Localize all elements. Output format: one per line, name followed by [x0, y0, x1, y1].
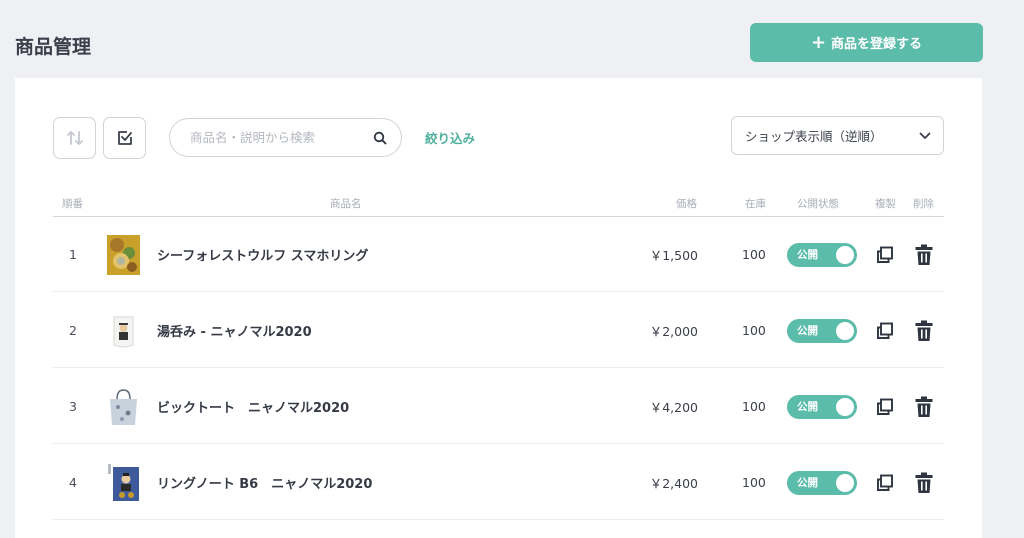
row-order: 2 [69, 322, 77, 338]
product-thumbnail[interactable] [107, 311, 140, 351]
page-title: 商品管理 [15, 36, 92, 58]
product-price: ￥1,500 [649, 247, 698, 263]
column-header-order: 順番 [62, 198, 83, 210]
publish-status-label: 公開 [797, 401, 818, 413]
toggle-knob [836, 246, 854, 264]
publish-toggle[interactable]: 公開 [787, 395, 857, 419]
checkbox-icon [117, 131, 132, 145]
publish-status-label: 公開 [797, 477, 818, 489]
product-price: ￥4,200 [649, 399, 698, 415]
publish-toggle[interactable]: 公開 [787, 243, 857, 267]
product-price: ￥2,400 [649, 475, 698, 491]
column-header-name: 商品名 [330, 198, 362, 210]
sort-order-select[interactable]: ショップ表示順（逆順） [731, 116, 944, 155]
register-product-button[interactable]: + 商品を登録する [750, 23, 983, 62]
trash-icon[interactable] [914, 320, 934, 342]
sort-order-value: ショップ表示順（逆順） [745, 129, 883, 144]
sort-icon [66, 131, 83, 145]
filter-link[interactable]: 絞り込み [425, 128, 475, 147]
publish-toggle[interactable]: 公開 [787, 319, 857, 343]
product-stock: 100 [742, 474, 766, 490]
column-header-price: 価格 [676, 198, 697, 210]
sort-toggle-button[interactable] [53, 117, 96, 159]
bulk-select-button[interactable] [103, 117, 146, 159]
register-product-label: 商品を登録する [831, 37, 923, 52]
row-order: 4 [69, 474, 77, 490]
product-stock: 100 [742, 322, 766, 338]
toggle-knob [836, 398, 854, 416]
copy-icon[interactable] [875, 397, 895, 417]
product-thumbnail[interactable] [107, 235, 140, 275]
toggle-knob [836, 322, 854, 340]
chevron-down-icon [919, 132, 931, 139]
copy-icon[interactable] [875, 245, 895, 265]
trash-icon[interactable] [914, 244, 934, 266]
column-header-stock: 在庫 [745, 198, 766, 210]
row-order: 1 [69, 246, 77, 262]
product-name[interactable]: 湯呑み - ニャノマル2020 [157, 293, 312, 367]
product-stock: 100 [742, 246, 766, 262]
copy-icon[interactable] [875, 321, 895, 341]
column-header-delete: 削除 [913, 198, 934, 210]
product-thumbnail[interactable] [107, 387, 140, 427]
table-row[interactable]: 3 ビックトート ニャノマル2020 ￥4,200 100 公開 [53, 369, 944, 444]
column-header-status: 公開状態 [797, 198, 839, 210]
toggle-knob [836, 474, 854, 492]
publish-status-label: 公開 [797, 249, 818, 261]
copy-icon[interactable] [875, 473, 895, 493]
trash-icon[interactable] [914, 472, 934, 494]
trash-icon[interactable] [914, 396, 934, 418]
product-stock: 100 [742, 398, 766, 414]
product-thumbnail[interactable] [107, 463, 140, 503]
table-row[interactable]: 1 シーフォレストウルフ スマホリング ￥1,500 100 公開 [53, 217, 944, 292]
publish-toggle[interactable]: 公開 [787, 471, 857, 495]
table-row[interactable]: 2 湯呑み - ニャノマル2020 ￥2,000 100 公開 [53, 293, 944, 368]
table-row[interactable]: 4 リングノート B6 ニャノマル2020 ￥2,400 100 公開 [53, 445, 944, 520]
column-header-copy: 複製 [875, 198, 896, 210]
publish-status-label: 公開 [797, 325, 818, 337]
search-icon[interactable] [373, 131, 387, 145]
row-order: 3 [69, 398, 77, 414]
product-price: ￥2,000 [649, 323, 698, 339]
product-name[interactable]: シーフォレストウルフ スマホリング [157, 217, 368, 291]
search-input[interactable] [190, 130, 373, 145]
search-box [169, 118, 402, 157]
plus-icon: + [810, 31, 827, 53]
product-name[interactable]: リングノート B6 ニャノマル2020 [157, 445, 372, 519]
product-name[interactable]: ビックトート ニャノマル2020 [157, 369, 349, 443]
